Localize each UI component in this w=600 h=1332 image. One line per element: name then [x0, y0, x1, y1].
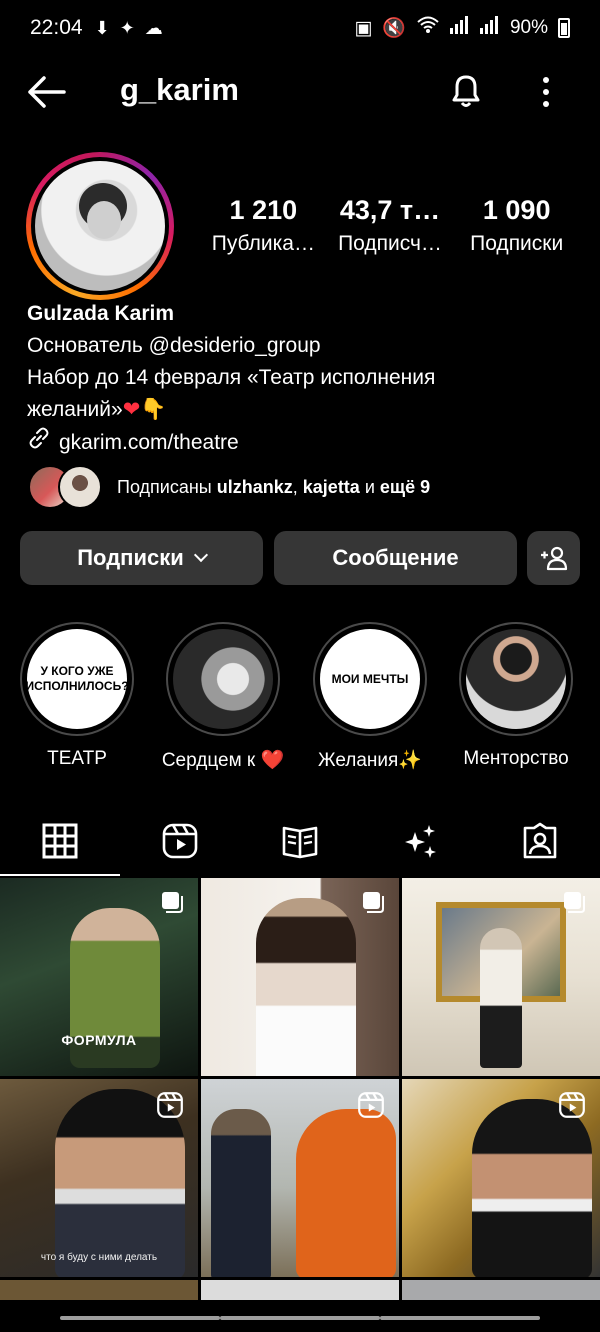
effects-icon — [405, 825, 436, 858]
posts-label: Публика… — [211, 232, 315, 255]
followed-by[interactable]: Подписаны ulzhankz, kajetta и ещё 9 — [28, 465, 430, 509]
bio-link[interactable]: gkarim.com/theatre — [27, 426, 587, 460]
post-caption: ФОРМУЛА — [61, 1032, 137, 1048]
highlight-cover: МОИ МЕЧТЫ — [320, 629, 420, 729]
highlight-label: Сердцем к ❤️ — [161, 750, 285, 771]
wifi-icon — [416, 15, 440, 41]
profile-full-name: Gulzada Karim — [27, 302, 175, 325]
highlight-heart[interactable]: Сердцем к ❤️ — [162, 622, 284, 772]
post-thumbnail[interactable]: ФОРМУЛА — [0, 878, 198, 1076]
nav-handle[interactable] — [60, 1316, 220, 1320]
following-label: Подписки — [470, 232, 564, 255]
highlight-theatre[interactable]: У КОГО УЖЕ ИСПОЛНИЛОСЬ? ТЕАТР — [20, 622, 134, 770]
chevron-down-icon — [193, 547, 208, 563]
reel-icon — [157, 1092, 183, 1118]
reel-icon — [559, 1092, 585, 1118]
battery-icon — [558, 18, 570, 38]
profile-header: g_karim — [0, 62, 600, 122]
highlight-cover — [466, 629, 566, 729]
followed-by-text: Подписаны ulzhankz, kajetta и ещё 9 — [117, 476, 431, 497]
more-options-icon[interactable] — [536, 72, 556, 112]
tab-effects[interactable] — [360, 806, 480, 876]
post-thumbnail[interactable] — [201, 1280, 399, 1300]
link-icon — [27, 426, 51, 460]
stat-posts[interactable]: 1 210 Публика… — [200, 192, 327, 256]
stat-followers[interactable]: 43,7 т… Подписч… — [327, 192, 454, 256]
status-time: 22:04 — [30, 16, 83, 39]
signal-icon — [449, 16, 470, 40]
notifications-bell-icon[interactable] — [446, 70, 486, 110]
followers-label: Подписч… — [338, 232, 442, 255]
status-bar: 22:04 ⬇ ✦ ☁ ▣ 🔇 90% — [0, 0, 600, 56]
avatar — [35, 161, 165, 291]
reel-icon — [358, 1092, 384, 1118]
add-person-icon — [540, 546, 567, 571]
highlight-label: Менторство — [463, 748, 569, 769]
followers-count: 43,7 т… — [339, 195, 441, 225]
posts-grid-next-row — [0, 1280, 600, 1300]
profile-username: g_karim — [120, 72, 239, 107]
tagged-icon — [523, 822, 557, 859]
post-thumbnail[interactable] — [402, 1280, 600, 1300]
stat-following[interactable]: 1 090 Подписки — [453, 192, 580, 256]
following-button[interactable]: Подписки — [20, 531, 263, 585]
pointing-down-emoji-icon: 👇 — [140, 398, 167, 421]
tab-tagged[interactable] — [480, 806, 600, 876]
post-caption: что я буду с ними делать — [40, 1252, 158, 1263]
tab-guides[interactable] — [240, 806, 360, 876]
bio-line-3: желаний»❤👇 — [27, 398, 167, 421]
cloud-icon: ☁ — [144, 17, 163, 38]
following-count: 1 090 — [482, 195, 551, 225]
reels-icon — [162, 823, 198, 859]
post-thumbnail[interactable] — [201, 878, 399, 1076]
highlight-mentoring[interactable]: Менторство — [459, 622, 573, 770]
posts-count: 1 210 — [229, 195, 298, 225]
bio-line-1[interactable]: Основатель @desiderio_group — [27, 330, 587, 362]
highlight-label: Желания✨ — [318, 750, 422, 771]
signal-icon-2 — [479, 16, 500, 40]
mute-icon: 🔇 — [382, 18, 406, 39]
carousel-icon — [363, 892, 384, 913]
post-thumbnail[interactable] — [201, 1079, 399, 1277]
highlight-cover: У КОГО УЖЕ ИСПОЛНИЛОСЬ? — [25, 629, 129, 729]
grid-icon — [42, 823, 78, 859]
profile-bio: Gulzada Karim Основатель @desiderio_grou… — [27, 298, 587, 460]
bio-link-text: gkarim.com/theatre — [59, 431, 239, 454]
post-thumbnail[interactable] — [402, 1079, 600, 1277]
profile-tabs — [0, 806, 600, 876]
battery-percent: 90% — [509, 17, 548, 38]
heart-emoji-icon: ❤ — [122, 398, 141, 421]
bio-line-2: Набор до 14 февраля «Театр исполнения — [27, 366, 436, 389]
back-arrow-icon[interactable] — [26, 74, 66, 110]
suggest-people-button[interactable] — [527, 531, 580, 585]
battery-saver-icon: ▣ — [354, 17, 373, 39]
tab-posts-grid[interactable] — [0, 806, 120, 876]
download-icon: ⬇ — [94, 17, 110, 38]
tab-reels[interactable] — [120, 806, 240, 876]
guides-icon — [282, 826, 318, 859]
system-nav-bar — [0, 1300, 600, 1332]
posts-grid: ФОРМУЛА что я буду с ними делать — [0, 878, 600, 1277]
post-thumbnail[interactable]: что я буду с ними делать — [0, 1079, 198, 1277]
profile-avatar-story-ring[interactable] — [26, 152, 174, 300]
mutual-follower-avatar — [58, 465, 102, 509]
post-thumbnail[interactable] — [402, 878, 600, 1076]
accessibility-icon: ✦ — [119, 17, 135, 38]
highlight-wishes[interactable]: МОИ МЕЧТЫ Желания✨ — [313, 622, 427, 772]
carousel-icon — [564, 892, 585, 913]
message-button[interactable]: Сообщение — [274, 531, 517, 585]
post-thumbnail[interactable] — [0, 1280, 198, 1300]
nav-handle[interactable] — [380, 1316, 540, 1320]
highlight-label: ТЕАТР — [47, 748, 107, 769]
nav-handle[interactable] — [220, 1316, 380, 1320]
carousel-icon — [162, 892, 183, 913]
profile-stats: 1 210 Публика… 43,7 т… Подписч… 1 090 По… — [200, 192, 580, 256]
highlight-cover — [173, 629, 273, 729]
